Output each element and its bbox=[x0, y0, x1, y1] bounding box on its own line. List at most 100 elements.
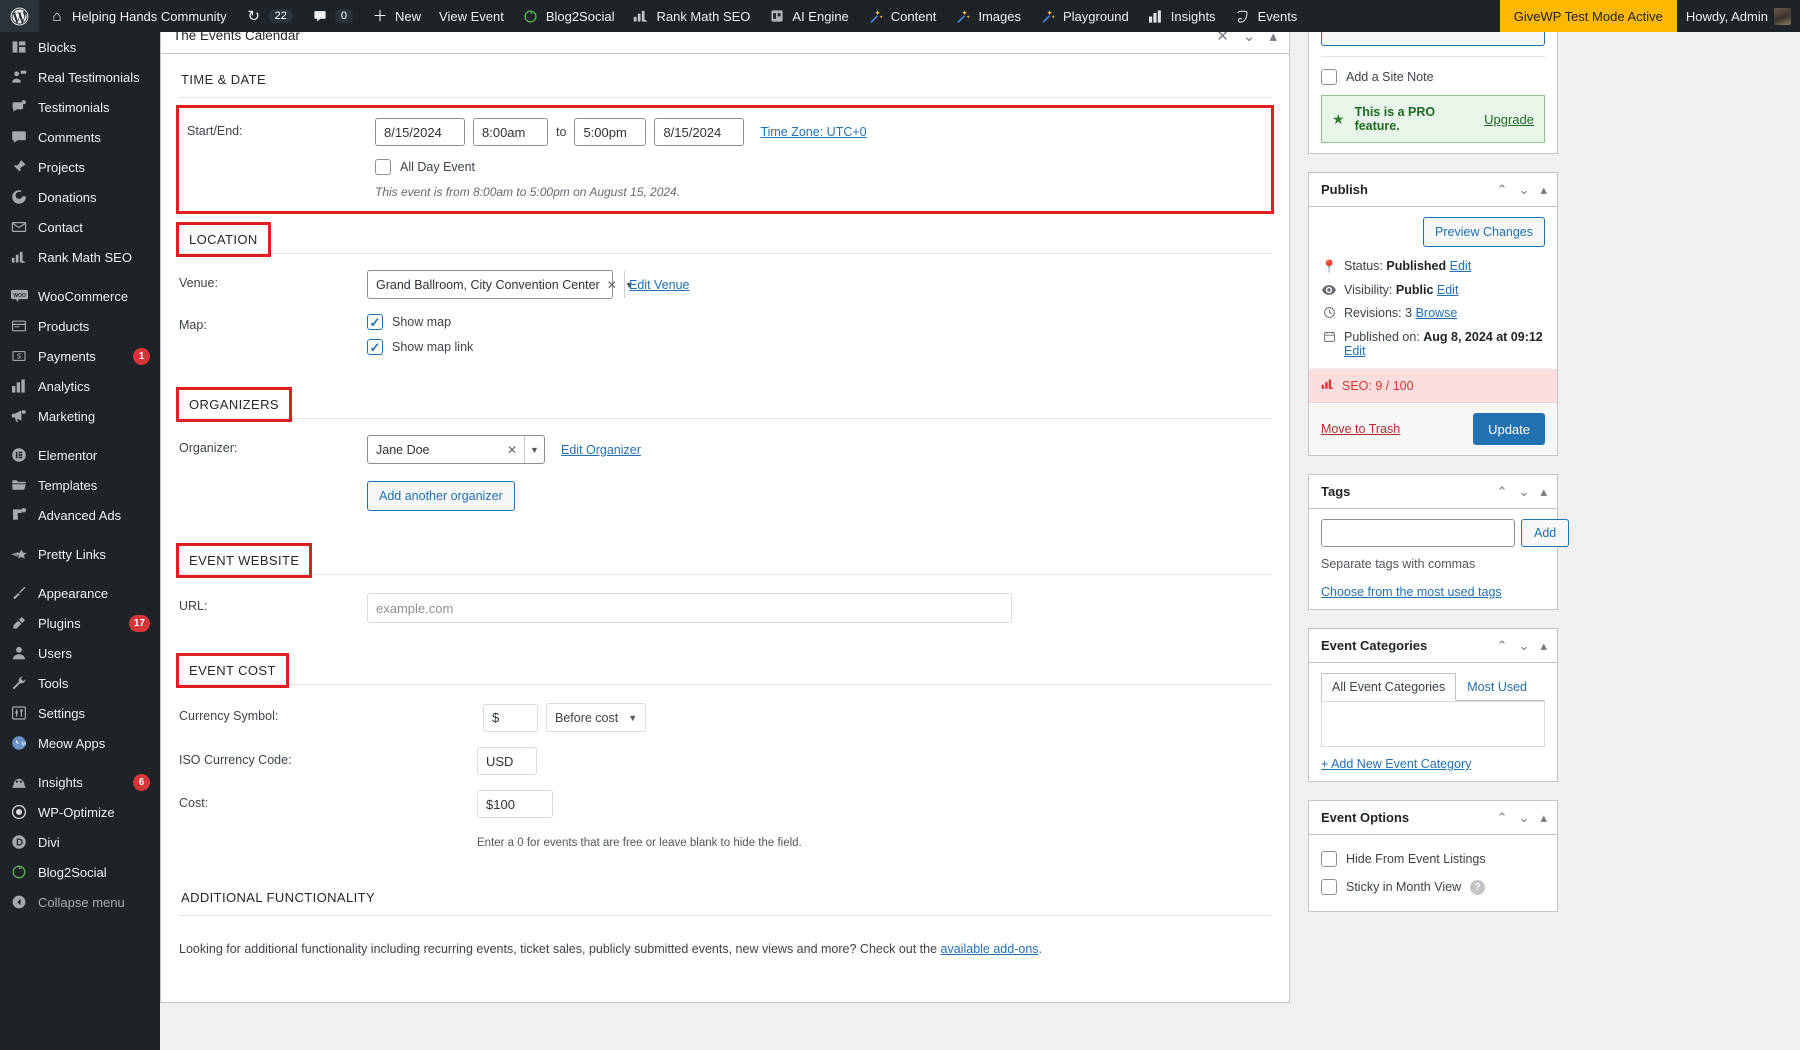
sidebar-item-meow-apps[interactable]: MMeow Apps bbox=[0, 728, 160, 758]
sidebar-item-products[interactable]: Products bbox=[0, 311, 160, 341]
chevron-up-icon[interactable]: ▴ bbox=[1269, 32, 1277, 45]
move-up-icon[interactable]: ⌃ bbox=[1497, 638, 1508, 654]
move-down-icon[interactable]: ⌄ bbox=[1519, 182, 1530, 198]
edit-published-date-link[interactable]: Edit bbox=[1344, 344, 1366, 358]
edit-venue-link[interactable]: Edit Venue bbox=[629, 278, 689, 292]
chevron-down-icon[interactable]: ▼ bbox=[524, 436, 544, 463]
close-icon[interactable]: ✕ bbox=[1216, 32, 1229, 45]
sidebar-item-insights[interactable]: Insights6 bbox=[0, 767, 160, 797]
adminbar-my-account[interactable]: Howdy, Admin bbox=[1677, 0, 1800, 32]
sidebar-item-payments[interactable]: $Payments1 bbox=[0, 341, 160, 371]
sidebar-item-donations[interactable]: Donations bbox=[0, 182, 160, 212]
move-to-trash-link[interactable]: Move to Trash bbox=[1321, 422, 1400, 436]
add-site-note-checkbox[interactable] bbox=[1321, 69, 1337, 85]
sidebar-item-real-testimonials[interactable]: Real Testimonials bbox=[0, 62, 160, 92]
tab-all-event-categories[interactable]: All Event Categories bbox=[1321, 673, 1456, 701]
add-new-event-category-link[interactable]: + Add New Event Category bbox=[1321, 757, 1545, 771]
adminbar-site-name[interactable]: ⌂ Helping Hands Community bbox=[39, 0, 236, 32]
sidebar-item-marketing[interactable]: Marketing bbox=[0, 401, 160, 431]
all-day-event-checkbox[interactable] bbox=[375, 159, 391, 175]
sticky-in-month-view-checkbox[interactable] bbox=[1321, 879, 1337, 895]
toggle-panel-icon[interactable]: ▴ bbox=[1540, 810, 1547, 826]
edit-visibility-link[interactable]: Edit bbox=[1437, 283, 1459, 297]
venue-select[interactable]: Grand Ballroom, City Convention Center ✕… bbox=[367, 270, 613, 299]
sidebar-item-wp-optimize[interactable]: WP-Optimize bbox=[0, 797, 160, 827]
move-up-icon[interactable]: ⌃ bbox=[1497, 484, 1508, 500]
toggle-panel-icon[interactable]: ▴ bbox=[1540, 638, 1547, 654]
metabox-handle[interactable]: The Events Calendar ✕ ⌄ ▴ bbox=[161, 32, 1289, 54]
sidebar-item-contact[interactable]: Contact bbox=[0, 212, 160, 242]
time-zone-link[interactable]: Time Zone: UTC+0 bbox=[760, 125, 866, 139]
adminbar-updates[interactable]: ↻ 22 bbox=[236, 0, 302, 32]
sidebar-item-blog2social[interactable]: Blog2Social bbox=[0, 857, 160, 887]
adminbar-events[interactable]: Events bbox=[1225, 0, 1307, 32]
adminbar-rankmath[interactable]: Rank Math SEO bbox=[623, 0, 759, 32]
sidebar-item-projects[interactable]: Projects bbox=[0, 152, 160, 182]
show-map-checkbox[interactable] bbox=[367, 314, 383, 330]
update-button[interactable]: Update bbox=[1473, 413, 1545, 445]
clear-icon[interactable]: ✕ bbox=[500, 443, 524, 457]
sidebar-item-blocks[interactable]: Blocks bbox=[0, 32, 160, 62]
adminbar-new[interactable]: ＋ New bbox=[362, 0, 430, 32]
sidebar-item-woocommerce[interactable]: WOOWooCommerce bbox=[0, 281, 160, 311]
chevron-down-icon[interactable]: ⌄ bbox=[1243, 32, 1256, 45]
adminbar-playground[interactable]: Playground bbox=[1030, 0, 1138, 32]
currency-symbol-input[interactable] bbox=[483, 704, 538, 732]
add-another-organizer-button[interactable]: Add another organizer bbox=[367, 481, 515, 511]
choose-most-used-tags-link[interactable]: Choose from the most used tags bbox=[1321, 585, 1545, 599]
tag-input[interactable] bbox=[1321, 519, 1515, 547]
adminbar-insights[interactable]: Insights bbox=[1138, 0, 1225, 32]
sidebar-item-plugins[interactable]: Plugins17 bbox=[0, 608, 160, 638]
move-up-icon[interactable]: ⌃ bbox=[1497, 182, 1508, 198]
move-down-icon[interactable]: ⌄ bbox=[1519, 638, 1530, 654]
preview-changes-button[interactable]: Preview Changes bbox=[1423, 217, 1545, 247]
move-down-icon[interactable]: ⌄ bbox=[1519, 484, 1530, 500]
sidebar-item-collapse-menu[interactable]: Collapse menu bbox=[0, 887, 160, 917]
show-map-link-checkbox[interactable] bbox=[367, 339, 383, 355]
event-categories-list[interactable] bbox=[1321, 701, 1545, 747]
sidebar-item-settings[interactable]: Settings bbox=[0, 698, 160, 728]
sidebar-item-elementor[interactable]: Elementor bbox=[0, 440, 160, 470]
edit-status-link[interactable]: Edit bbox=[1450, 259, 1472, 273]
adminbar-ai-engine[interactable]: AI Engine bbox=[759, 0, 857, 32]
start-time-input[interactable] bbox=[473, 118, 548, 146]
cost-input[interactable] bbox=[477, 790, 553, 818]
sidebar-item-templates[interactable]: Templates bbox=[0, 470, 160, 500]
organizer-select[interactable]: Jane Doe ✕ ▼ bbox=[367, 435, 545, 464]
currency-position-select[interactable]: Before cost ▼ bbox=[546, 703, 646, 732]
clear-icon[interactable]: ✕ bbox=[600, 278, 624, 292]
adminbar-comments[interactable]: 0 bbox=[302, 0, 362, 32]
available-addons-link[interactable]: available add-ons bbox=[941, 942, 1039, 956]
sidebar-item-users[interactable]: Users bbox=[0, 638, 160, 668]
iso-currency-code-input[interactable] bbox=[477, 747, 537, 775]
sidebar-item-comments[interactable]: Comments bbox=[0, 122, 160, 152]
sidebar-item-tools[interactable]: Tools bbox=[0, 668, 160, 698]
sidebar-item-pretty-links[interactable]: Pretty Links bbox=[0, 539, 160, 569]
upgrade-link[interactable]: Upgrade bbox=[1484, 112, 1534, 127]
sidebar-item-advanced-ads[interactable]: Advanced Ads bbox=[0, 500, 160, 530]
adminbar-view-event[interactable]: View Event bbox=[430, 0, 513, 32]
toggle-panel-icon[interactable]: ▴ bbox=[1540, 182, 1547, 198]
adminbar-images[interactable]: Images bbox=[945, 0, 1030, 32]
sidebar-item-divi[interactable]: Divi bbox=[0, 827, 160, 857]
sidebar-item-appearance[interactable]: Appearance bbox=[0, 578, 160, 608]
sidebar-item-testimonials[interactable]: Testimonials bbox=[0, 92, 160, 122]
wordpress-logo-button[interactable] bbox=[0, 0, 39, 32]
givewp-test-mode-notice[interactable]: GiveWP Test Mode Active bbox=[1500, 0, 1677, 32]
question-icon[interactable]: ? bbox=[1470, 880, 1485, 895]
edit-organizer-link[interactable]: Edit Organizer bbox=[561, 443, 641, 457]
partial-button-top[interactable] bbox=[1321, 32, 1545, 46]
end-date-input[interactable] bbox=[654, 118, 744, 146]
move-up-icon[interactable]: ⌃ bbox=[1497, 810, 1508, 826]
sidebar-item-rank-math-seo[interactable]: Rank Math SEO bbox=[0, 242, 160, 272]
hide-from-event-listings-checkbox[interactable] bbox=[1321, 851, 1337, 867]
toggle-panel-icon[interactable]: ▴ bbox=[1540, 484, 1547, 500]
tab-most-used[interactable]: Most Used bbox=[1456, 673, 1538, 701]
sidebar-item-analytics[interactable]: Analytics bbox=[0, 371, 160, 401]
adminbar-blog2social[interactable]: Blog2Social bbox=[513, 0, 624, 32]
browse-revisions-link[interactable]: Browse bbox=[1416, 306, 1458, 320]
add-tag-button[interactable]: Add bbox=[1521, 519, 1569, 547]
adminbar-content[interactable]: Content bbox=[858, 0, 946, 32]
event-url-input[interactable] bbox=[367, 593, 1012, 623]
start-date-input[interactable] bbox=[375, 118, 465, 146]
